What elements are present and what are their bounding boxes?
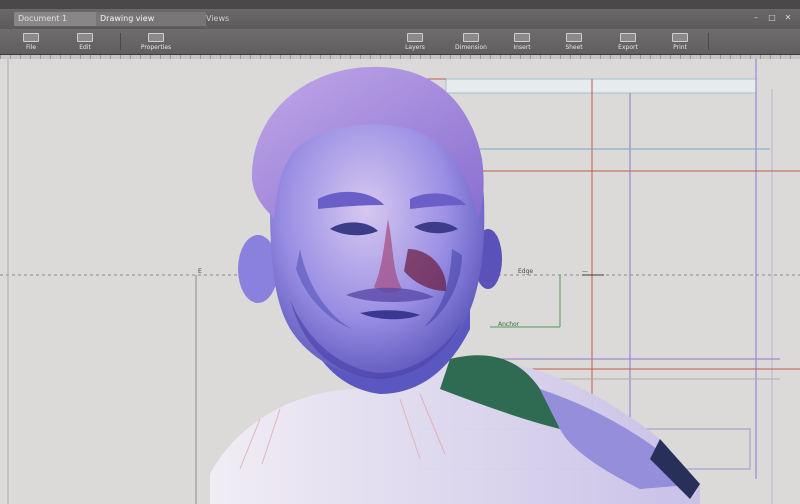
toolbar-export-label: Export: [618, 43, 638, 51]
tab-bar: Document 1 Drawing view Views – □ ✕: [0, 9, 800, 29]
toolbar-layers-button[interactable]: Layers: [392, 31, 438, 52]
properties-icon: [148, 32, 164, 42]
toolbar-edit-label: Edit: [79, 43, 91, 51]
file-icon: [23, 32, 39, 42]
toolbar-edit-button[interactable]: Edit: [56, 31, 114, 52]
toolbar: File Edit Properties Layers Dimension In…: [0, 29, 800, 55]
print-icon: [672, 32, 688, 42]
insert-icon: [514, 32, 530, 42]
edit-icon: [77, 32, 93, 42]
toolbar-export-button[interactable]: Export: [606, 31, 650, 52]
tab-views[interactable]: Views: [202, 12, 250, 26]
drawing-canvas[interactable]: E — Edge Anchor: [0, 59, 800, 504]
toolbar-insert-label: Insert: [513, 43, 531, 51]
toolbar-print-button[interactable]: Print: [660, 31, 700, 52]
toolbar-separator: [120, 33, 121, 50]
toolbar-file-button[interactable]: File: [8, 31, 54, 52]
portrait-image: [210, 66, 700, 504]
sheet-icon: [566, 32, 582, 42]
tab-document[interactable]: Document 1: [14, 12, 100, 26]
maximize-icon[interactable]: □: [766, 13, 778, 23]
toolbar-separator: [708, 33, 709, 50]
minimize-icon[interactable]: –: [750, 13, 762, 23]
toolbar-properties-label: Properties: [140, 43, 172, 51]
toolbar-properties-button[interactable]: Properties: [126, 31, 186, 52]
toolbar-layers-label: Layers: [405, 43, 425, 51]
close-icon[interactable]: ✕: [782, 13, 794, 23]
toolbar-dimension-label: Dimension: [455, 43, 487, 51]
toolbar-dimension-button[interactable]: Dimension: [448, 31, 494, 52]
toolbar-print-label: Print: [673, 43, 687, 51]
toolbar-insert-button[interactable]: Insert: [500, 31, 544, 52]
toolbar-sheet-button[interactable]: Sheet: [550, 31, 598, 52]
dimension-icon: [463, 32, 479, 42]
cad-app-window: Document 1 Drawing view Views – □ ✕ File…: [0, 0, 800, 504]
toolbar-file-label: File: [25, 43, 37, 51]
toolbar-sheet-label: Sheet: [565, 43, 583, 51]
tab-drawing-view[interactable]: Drawing view: [96, 12, 206, 26]
layers-icon: [407, 32, 423, 42]
title-bar: [0, 0, 800, 9]
export-icon: [620, 32, 636, 42]
